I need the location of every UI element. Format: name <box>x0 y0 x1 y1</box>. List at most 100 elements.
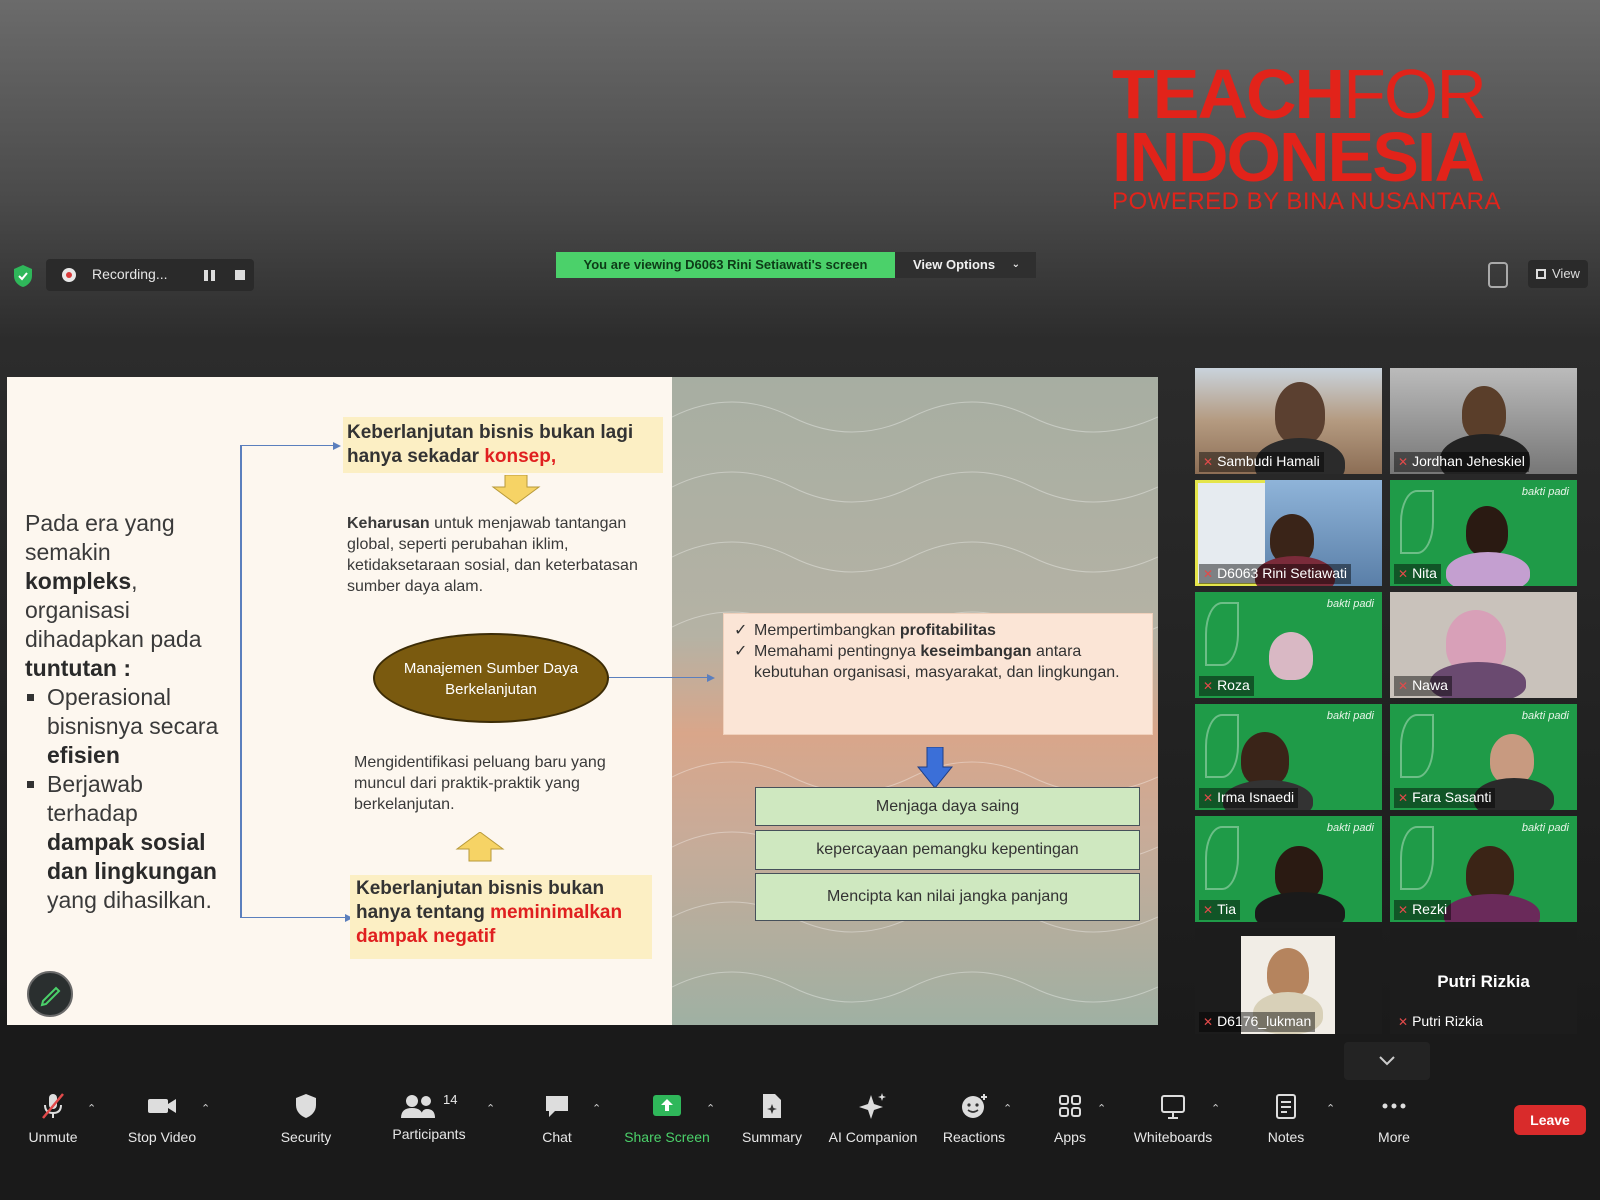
participant-tile[interactable]: bakti padi ✕ Fara Sasanti <box>1390 704 1577 810</box>
viewing-banner: You are viewing D6063 Rini Setiawati's s… <box>556 252 895 278</box>
left-intro: Pada era yang semakin <box>25 510 175 565</box>
participant-tile[interactable]: bakti padi ✕ Nita <box>1390 480 1577 586</box>
sparkle-icon <box>859 1093 886 1119</box>
chevron-up-icon[interactable]: ⌃ <box>1097 1102 1106 1115</box>
participant-tile[interactable]: ✕ Sambudi Hamali <box>1195 368 1382 474</box>
participant-name-text: Jordhan Jeheskiel <box>1412 453 1525 469</box>
shared-screen: Pada era yang semakin kompleks, organisa… <box>7 377 1158 1025</box>
participant-tile[interactable]: bakti padi ✕ Tia <box>1195 816 1382 922</box>
participant-tile[interactable]: ✕ Jordhan Jeheskiel <box>1390 368 1577 474</box>
apps-icon <box>1059 1095 1081 1117</box>
stop-video-button[interactable]: Stop Video <box>122 1092 202 1145</box>
notes-button[interactable]: Notes <box>1266 1092 1306 1145</box>
check2-text: Memahami pentingnya <box>754 643 916 660</box>
box1-red: konsep, <box>484 446 557 467</box>
chevron-up-icon[interactable]: ⌃ <box>1211 1102 1220 1115</box>
participant-tile[interactable]: ✕ Nawa <box>1390 592 1577 698</box>
view-button-label: View <box>1552 266 1580 281</box>
teach-for-indonesia-logo: TEACHFOR INDONESIA POWERED BY BINA NUSAN… <box>1112 59 1552 216</box>
chevron-up-icon[interactable]: ⌃ <box>87 1102 96 1115</box>
participant-tile[interactable]: bakti padi ✕ Roza <box>1195 592 1382 698</box>
leaf-decor <box>1205 714 1239 778</box>
participant-tile[interactable]: ✕ D6176_lukman <box>1195 928 1382 1034</box>
participant-name-text: Roza <box>1217 677 1250 693</box>
muted-mic-icon: ✕ <box>1398 1015 1409 1029</box>
logo-line3: POWERED BY BINA NUSANTARA <box>1112 188 1502 215</box>
tile-brand: bakti padi <box>1521 486 1569 498</box>
chevron-up-icon[interactable]: ⌃ <box>592 1102 601 1115</box>
stop-recording-icon[interactable] <box>235 270 245 280</box>
participants-button[interactable]: 14 Participants <box>390 1092 468 1142</box>
security-button[interactable]: Security <box>276 1092 336 1145</box>
green-box-1: Menjaga daya saing <box>755 787 1140 826</box>
share-screen-button[interactable]: Share Screen <box>623 1092 711 1145</box>
tile-brand: bakti padi <box>1326 598 1374 610</box>
shield-icon[interactable] <box>12 264 34 288</box>
leaf-decor <box>1400 826 1434 890</box>
security-label: Security <box>280 1129 332 1145</box>
bullet1-bold: efisien <box>47 742 120 768</box>
gallery-scroll-down-button[interactable] <box>1344 1042 1430 1080</box>
muted-mic-icon: ✕ <box>1398 679 1409 693</box>
participant-name: ✕ Roza <box>1199 676 1254 696</box>
participants-count: 14 <box>443 1092 458 1107</box>
left-bullet-2: Berjawab terhadap dampak sosial dan ling… <box>25 770 225 915</box>
leaf-decor <box>1400 714 1434 778</box>
apps-button[interactable]: Apps <box>1050 1092 1090 1145</box>
participant-name: ✕ Jordhan Jeheskiel <box>1394 452 1529 472</box>
participant-name: ✕ Nita <box>1394 564 1441 584</box>
checklist-item-1: Mempertimbangkan profitabilitas <box>732 620 1144 641</box>
bullet1-text: Operasional bisnisnya secara <box>47 684 219 739</box>
ellipse-connector <box>609 677 709 678</box>
rotate-icon[interactable] <box>1488 262 1508 288</box>
manajemen-ellipse: Manajemen Sumber Daya Berkelanjutan <box>373 633 609 723</box>
left-bold-tuntutan: tuntutan : <box>25 655 132 681</box>
ai-companion-button[interactable]: AI Companion <box>826 1092 920 1145</box>
participant-display-name: Putri Rizkia <box>1437 972 1530 991</box>
reactions-button[interactable]: Reactions <box>942 1092 1006 1145</box>
identify-text: Mengidentifikasi peluang baru yang muncu… <box>354 754 606 813</box>
bracket-bottom-line <box>240 917 347 918</box>
bullet2-post: yang dihasilkan. <box>47 887 212 913</box>
muted-mic-icon: ✕ <box>1398 903 1409 917</box>
participant-tile[interactable]: bakti padi ✕ Rezki <box>1390 816 1577 922</box>
view-options-button[interactable]: View Options ⌄ <box>895 252 1036 278</box>
chat-button[interactable]: Chat <box>537 1092 577 1145</box>
whiteboards-button[interactable]: Whiteboards <box>1130 1092 1216 1145</box>
microphone-muted-icon <box>42 1093 64 1119</box>
smiley-icon <box>962 1094 987 1118</box>
leave-button[interactable]: Leave <box>1514 1105 1586 1135</box>
participant-name: ✕ D6063 Rini Setiawati <box>1199 564 1352 584</box>
chevron-up-icon[interactable]: ⌃ <box>201 1102 210 1115</box>
tile-brand: bakti padi <box>1326 710 1374 722</box>
participant-name: ✕ Fara Sasanti <box>1394 788 1496 808</box>
muted-mic-icon: ✕ <box>1203 455 1214 469</box>
view-options-label: View Options <box>913 257 996 272</box>
participant-tile[interactable]: bakti padi ✕ Irma Isnaedi <box>1195 704 1382 810</box>
chevron-up-icon[interactable]: ⌃ <box>706 1102 715 1115</box>
participant-name-text: Rezki <box>1412 901 1448 917</box>
participant-tile[interactable]: Putri Rizkia ✕ Putri Rizkia <box>1390 928 1577 1034</box>
keharusan-text: Keharusan untuk menjawab tantangan globa… <box>347 513 671 597</box>
participant-name-text: D6063 Rini Setiawati <box>1217 565 1348 581</box>
summary-button[interactable]: Summary <box>738 1092 806 1145</box>
chevron-up-icon[interactable]: ⌃ <box>486 1102 495 1115</box>
participant-tile-active-speaker[interactable]: ✕ D6063 Rini Setiawati <box>1195 480 1382 586</box>
check1-text: Mempertimbangkan <box>754 622 896 639</box>
pause-recording-icon[interactable] <box>204 270 215 281</box>
tile-brand: bakti padi <box>1521 710 1569 722</box>
keharusan-bold: Keharusan <box>347 515 430 532</box>
chevron-down-icon <box>1379 1056 1395 1066</box>
highlight-box-2: Keberlanjutan bisnis bukan hanya tentang… <box>350 875 652 959</box>
stop-video-label: Stop Video <box>127 1129 197 1145</box>
annotate-button[interactable] <box>27 971 73 1017</box>
unmute-button[interactable]: Unmute <box>26 1092 80 1145</box>
more-label: More <box>1378 1129 1410 1145</box>
participant-name: ✕ Tia <box>1199 900 1240 920</box>
participant-name-text: D6176_lukman <box>1217 1013 1312 1029</box>
chevron-up-icon[interactable]: ⌃ <box>1003 1102 1012 1115</box>
view-button[interactable]: View <box>1528 260 1588 288</box>
chat-label: Chat <box>542 1129 572 1145</box>
chevron-up-icon[interactable]: ⌃ <box>1326 1102 1335 1115</box>
more-button[interactable]: More <box>1374 1092 1414 1145</box>
